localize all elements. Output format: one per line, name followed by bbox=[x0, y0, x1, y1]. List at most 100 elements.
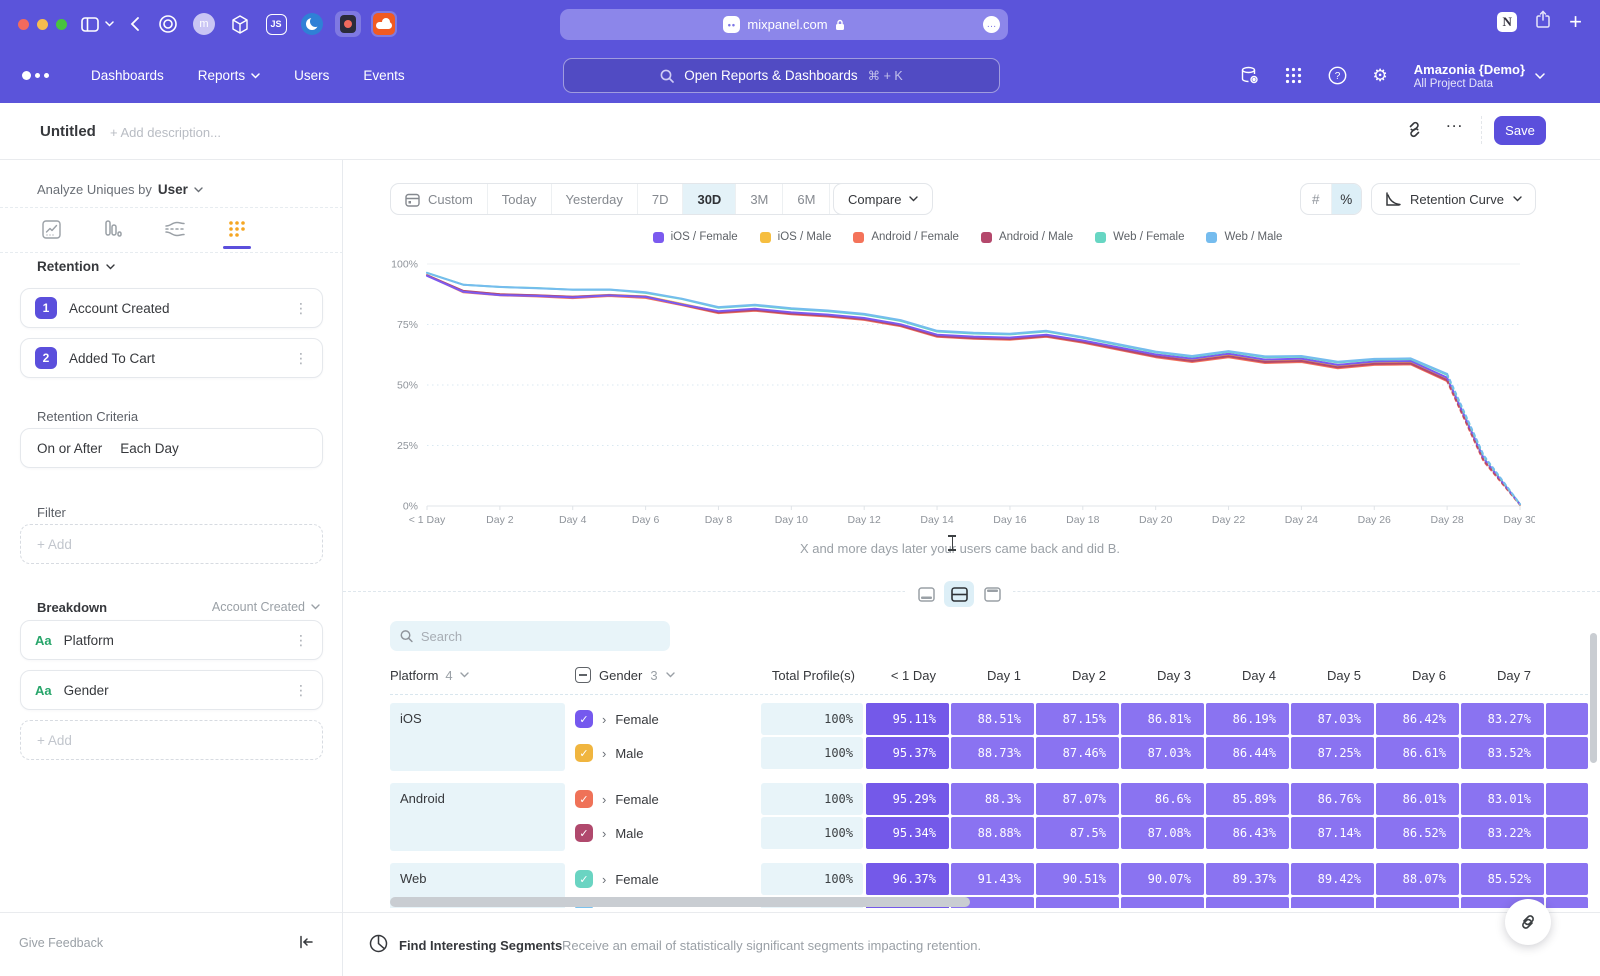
legend-item-ios-male[interactable]: iOS / Male bbox=[760, 231, 832, 243]
window-controls[interactable] bbox=[18, 19, 67, 30]
percent-values-toggle[interactable]: % bbox=[1332, 184, 1362, 214]
breakdown-property-name[interactable]: Platform bbox=[64, 633, 114, 648]
platform-cell[interactable]: Android bbox=[390, 783, 565, 851]
share-icon[interactable] bbox=[1535, 10, 1551, 33]
platform-cell[interactable]: iOS bbox=[390, 703, 565, 771]
data-management-icon[interactable] bbox=[1240, 66, 1259, 85]
nav-link-dashboards[interactable]: Dashboards bbox=[91, 68, 164, 83]
maximize-window-icon[interactable] bbox=[56, 19, 67, 30]
nav-link-reports[interactable]: Reports bbox=[198, 68, 260, 83]
minimize-window-icon[interactable] bbox=[37, 19, 48, 30]
table-search-input[interactable] bbox=[421, 629, 660, 644]
report-description-placeholder[interactable]: + Add description... bbox=[110, 125, 221, 140]
find-segments-title[interactable]: Find Interesting Segments bbox=[399, 938, 562, 953]
expand-row-icon[interactable]: › bbox=[602, 793, 606, 806]
mixpanel-logo-icon[interactable] bbox=[22, 71, 49, 80]
target-icon[interactable] bbox=[155, 11, 181, 37]
apps-grid-icon[interactable] bbox=[1285, 67, 1302, 84]
absolute-values-toggle[interactable]: # bbox=[1301, 184, 1332, 214]
table-search[interactable] bbox=[390, 621, 670, 651]
range-7d[interactable]: 7D bbox=[638, 184, 684, 214]
step-event-name[interactable]: Account Created bbox=[69, 301, 170, 316]
layout-chart-focus-icon[interactable] bbox=[911, 581, 941, 607]
more-options-button[interactable]: ... bbox=[1446, 112, 1463, 132]
tab-flows[interactable] bbox=[154, 212, 196, 246]
site-options-icon[interactable]: … bbox=[983, 16, 1000, 33]
add-breakdown-button[interactable]: + Add bbox=[20, 720, 323, 760]
account-switcher[interactable]: Amazonia {Demo} All Project Data bbox=[1414, 62, 1545, 90]
column-header-day-3[interactable]: Day 3 bbox=[1121, 668, 1204, 683]
column-header-platform[interactable]: Platform4 bbox=[390, 668, 565, 683]
legend-item-ios-female[interactable]: iOS / Female bbox=[653, 231, 738, 243]
kebab-menu-icon[interactable]: ⋮ bbox=[294, 300, 308, 317]
step-event-name[interactable]: Added To Cart bbox=[69, 351, 155, 366]
range-yesterday[interactable]: Yesterday bbox=[552, 184, 638, 214]
segment-checkbox[interactable]: ✓ bbox=[575, 710, 593, 728]
retention-step-1[interactable]: 1 Account Created ⋮ bbox=[20, 288, 323, 328]
retention-step-2[interactable]: 2 Added To Cart ⋮ bbox=[20, 338, 323, 378]
column-header-day-1[interactable]: Day 1 bbox=[951, 668, 1034, 683]
analyze-uniques-value[interactable]: User bbox=[158, 182, 188, 197]
breakdown-platform[interactable]: Aa Platform ⋮ bbox=[20, 620, 323, 660]
breakdown-event-selector[interactable]: Account Created bbox=[212, 600, 320, 614]
js-icon[interactable]: JS bbox=[263, 11, 289, 37]
range-custom[interactable]: Custom bbox=[391, 184, 488, 214]
column-header-total[interactable]: Total Profile(s) bbox=[761, 668, 863, 683]
new-tab-icon[interactable]: + bbox=[1569, 12, 1582, 32]
expand-row-icon[interactable]: › bbox=[602, 873, 606, 886]
notion-icon[interactable]: N bbox=[1497, 12, 1517, 32]
chart-type-selector[interactable]: Retention Curve bbox=[1371, 183, 1536, 215]
kebab-menu-icon[interactable]: ⋮ bbox=[294, 632, 308, 649]
compare-button[interactable]: Compare bbox=[833, 183, 933, 215]
expand-row-icon[interactable]: › bbox=[602, 747, 606, 760]
column-header-day-0[interactable]: < 1 Day bbox=[866, 668, 949, 683]
tab-insights[interactable] bbox=[30, 212, 72, 246]
layout-split-icon[interactable] bbox=[944, 581, 974, 607]
column-header-day-7[interactable]: Day 7 bbox=[1461, 668, 1544, 683]
criteria-mode[interactable]: On or After bbox=[37, 441, 102, 456]
range-6m[interactable]: 6M bbox=[783, 184, 830, 214]
range-30d[interactable]: 30D bbox=[683, 184, 736, 214]
expand-row-icon[interactable]: › bbox=[602, 827, 606, 840]
kebab-menu-icon[interactable]: ⋮ bbox=[294, 350, 308, 367]
nav-link-users[interactable]: Users bbox=[294, 68, 329, 83]
share-link-floating-button[interactable] bbox=[1505, 899, 1551, 945]
legend-item-web-female[interactable]: Web / Female bbox=[1095, 231, 1184, 243]
report-title[interactable]: Untitled bbox=[40, 123, 96, 140]
range-today[interactable]: Today bbox=[488, 184, 552, 214]
legend-item-android-male[interactable]: Android / Male bbox=[981, 231, 1073, 243]
breakdown-gender[interactable]: Aa Gender ⋮ bbox=[20, 670, 323, 710]
legend-item-android-female[interactable]: Android / Female bbox=[853, 231, 959, 243]
add-filter-button[interactable]: + Add bbox=[20, 524, 323, 564]
chevron-down-icon[interactable] bbox=[105, 21, 114, 27]
expand-row-icon[interactable]: › bbox=[602, 713, 606, 726]
globe-icon[interactable] bbox=[299, 11, 325, 37]
cloud-icon[interactable] bbox=[371, 11, 397, 37]
address-bar[interactable]: •• mixpanel.com … bbox=[560, 9, 1008, 40]
column-header-day-2[interactable]: Day 2 bbox=[1036, 668, 1119, 683]
back-icon[interactable] bbox=[130, 17, 139, 31]
collapse-sidebar-icon[interactable] bbox=[298, 934, 314, 955]
column-header-day-6[interactable]: Day 6 bbox=[1376, 668, 1459, 683]
help-icon[interactable]: ? bbox=[1328, 66, 1347, 85]
retention-section-label[interactable]: Retention bbox=[37, 259, 99, 274]
give-feedback-link[interactable]: Give Feedback bbox=[19, 936, 103, 950]
retention-criteria-card[interactable]: On or After Each Day bbox=[20, 428, 323, 468]
select-all-checkbox[interactable] bbox=[575, 667, 591, 683]
legend-item-web-male[interactable]: Web / Male bbox=[1206, 231, 1282, 243]
nav-link-events[interactable]: Events bbox=[363, 68, 404, 83]
layout-table-focus-icon[interactable] bbox=[977, 581, 1007, 607]
vertical-scrollbar[interactable] bbox=[1590, 633, 1597, 763]
segment-checkbox[interactable]: ✓ bbox=[575, 790, 593, 808]
close-window-icon[interactable] bbox=[18, 19, 29, 30]
column-header-day-5[interactable]: Day 5 bbox=[1291, 668, 1374, 683]
column-header-day-4[interactable]: Day 4 bbox=[1206, 668, 1289, 683]
segment-checkbox[interactable]: ✓ bbox=[575, 824, 593, 842]
segment-checkbox[interactable]: ✓ bbox=[575, 870, 593, 888]
column-header-gender[interactable]: Gender3 bbox=[575, 667, 755, 683]
avatar-m-icon[interactable]: m bbox=[191, 11, 217, 37]
cube-icon[interactable] bbox=[227, 11, 253, 37]
tab-retention[interactable] bbox=[216, 212, 258, 246]
settings-gear-icon[interactable]: ⚙ bbox=[1373, 66, 1388, 86]
copy-link-icon[interactable] bbox=[1405, 120, 1423, 143]
